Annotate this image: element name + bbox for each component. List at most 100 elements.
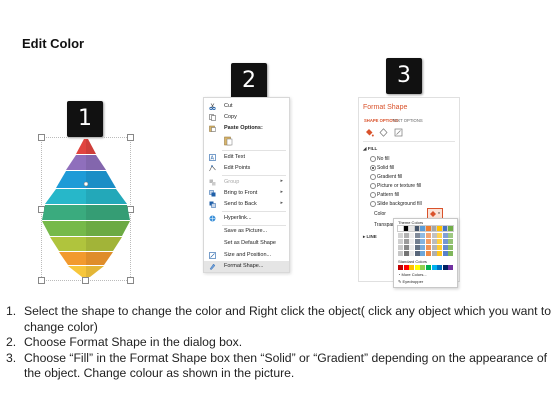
color-swatch[interactable] xyxy=(409,239,415,244)
color-swatch[interactable] xyxy=(426,245,431,250)
color-swatch[interactable] xyxy=(398,251,403,256)
color-swatch[interactable] xyxy=(409,233,415,238)
color-swatch[interactable] xyxy=(448,245,454,250)
line-section-header[interactable]: ▸ LINE xyxy=(363,234,377,240)
fill-option-label: No fill xyxy=(377,156,390,162)
color-swatch[interactable] xyxy=(426,239,431,244)
effects-icon[interactable] xyxy=(379,128,388,137)
radio-slide-background-fill[interactable] xyxy=(370,201,376,207)
resize-handle[interactable] xyxy=(82,277,89,284)
color-swatch[interactable] xyxy=(437,233,443,238)
menu-item-copy[interactable]: Copy xyxy=(204,112,289,123)
color-swatch[interactable] xyxy=(426,265,431,270)
color-swatch[interactable] xyxy=(448,233,454,238)
menu-item-label: Save as Picture... xyxy=(224,228,268,234)
color-swatch[interactable] xyxy=(437,251,443,256)
color-swatch[interactable] xyxy=(398,233,403,238)
color-swatch[interactable] xyxy=(431,265,437,270)
color-swatch[interactable] xyxy=(431,239,437,244)
fill-option-label: Pattern fill xyxy=(377,192,400,198)
color-swatch[interactable] xyxy=(420,245,426,250)
color-swatch[interactable] xyxy=(409,251,415,256)
resize-handle[interactable] xyxy=(38,277,45,284)
color-swatch[interactable] xyxy=(431,245,437,250)
color-swatch[interactable] xyxy=(441,225,449,232)
radio-pattern-fill[interactable] xyxy=(370,192,376,198)
color-swatch[interactable] xyxy=(448,251,454,256)
color-swatch[interactable] xyxy=(403,265,409,270)
color-swatch[interactable] xyxy=(398,245,403,250)
menu-item-edit-text[interactable]: A Edit Text xyxy=(204,152,289,163)
color-swatch[interactable] xyxy=(426,233,431,238)
color-swatch[interactable] xyxy=(408,225,416,232)
color-swatch[interactable] xyxy=(398,239,403,244)
rotate-handle[interactable] xyxy=(83,181,89,187)
color-swatch[interactable] xyxy=(425,225,432,232)
menu-item-label: Size and Position... xyxy=(224,252,272,258)
color-swatch[interactable] xyxy=(420,265,426,270)
menu-item-group[interactable]: Group ▸ xyxy=(204,177,289,188)
color-swatch[interactable] xyxy=(403,251,409,256)
color-swatch[interactable] xyxy=(437,245,443,250)
color-swatch[interactable] xyxy=(442,265,448,270)
color-swatch[interactable] xyxy=(442,251,448,256)
color-swatch[interactable] xyxy=(420,233,426,238)
radio-picture-fill[interactable] xyxy=(370,183,376,189)
color-swatch[interactable] xyxy=(447,225,455,232)
color-swatch[interactable] xyxy=(419,225,427,232)
color-swatch[interactable] xyxy=(426,251,431,256)
resize-handle[interactable] xyxy=(127,277,134,284)
color-swatch[interactable] xyxy=(436,225,444,232)
menu-item-send-to-back[interactable]: Send to Back ▸ xyxy=(204,199,289,210)
color-swatch[interactable] xyxy=(403,245,409,250)
paste-option-button[interactable] xyxy=(224,136,233,146)
color-swatch[interactable] xyxy=(409,265,415,270)
color-swatch[interactable] xyxy=(397,225,404,232)
color-swatch[interactable] xyxy=(442,245,448,250)
color-swatch[interactable] xyxy=(413,225,421,232)
color-swatch[interactable] xyxy=(442,239,448,244)
color-swatch[interactable] xyxy=(448,265,454,270)
color-swatch[interactable] xyxy=(414,265,420,270)
color-swatch[interactable] xyxy=(420,239,426,244)
color-swatch[interactable] xyxy=(414,251,420,256)
menu-item-format-shape[interactable]: Format Shape... xyxy=(204,261,289,272)
color-swatch[interactable] xyxy=(403,239,409,244)
color-swatch[interactable] xyxy=(431,251,437,256)
color-swatch[interactable] xyxy=(430,225,438,232)
menu-item-bring-to-front[interactable]: Bring to Front ▸ xyxy=(204,188,289,199)
fill-line-icon[interactable] xyxy=(365,128,374,137)
fill-section-header[interactable]: ◢ FILL xyxy=(363,146,377,152)
color-swatch[interactable] xyxy=(442,233,448,238)
color-swatch[interactable] xyxy=(448,239,454,244)
radio-gradient-fill[interactable] xyxy=(370,174,376,180)
menu-item-size-and-position[interactable]: Size and Position... xyxy=(204,250,289,261)
radio-solid-fill[interactable] xyxy=(370,165,376,171)
color-swatch[interactable] xyxy=(414,239,420,244)
menu-item-set-default-shape[interactable]: Set as Default Shape xyxy=(204,238,289,249)
tab-text-options[interactable]: TEXT OPTIONS xyxy=(392,118,423,123)
color-swatch[interactable] xyxy=(398,265,403,270)
color-swatch[interactable] xyxy=(414,233,420,238)
diamond-pyramid-shape[interactable] xyxy=(41,138,131,278)
color-swatch[interactable] xyxy=(409,245,415,250)
eyedropper-item[interactable]: ✎ Eyedropper xyxy=(398,279,423,284)
color-swatch[interactable] xyxy=(402,225,410,232)
radio-no-fill[interactable] xyxy=(370,156,376,162)
pyramid-layer-shade xyxy=(86,171,116,188)
menu-item-save-as-picture[interactable]: Save as Picture... xyxy=(204,226,289,237)
pane-divider xyxy=(363,141,455,142)
color-swatch[interactable] xyxy=(431,233,437,238)
menu-item-cut[interactable]: Cut xyxy=(204,101,289,112)
size-properties-icon[interactable] xyxy=(394,128,403,137)
color-swatch[interactable] xyxy=(437,239,443,244)
color-swatch[interactable] xyxy=(420,251,426,256)
color-swatch[interactable] xyxy=(437,265,443,270)
menu-item-hyperlink[interactable]: Hyperlink... xyxy=(204,213,289,224)
menu-item-label: Hyperlink... xyxy=(224,215,252,221)
more-colors-item[interactable]: ◔ More Colors... xyxy=(398,272,427,277)
menu-separator xyxy=(222,211,286,212)
color-swatch[interactable] xyxy=(414,245,420,250)
color-swatch[interactable] xyxy=(403,233,409,238)
menu-item-edit-points[interactable]: Edit Points xyxy=(204,163,289,174)
